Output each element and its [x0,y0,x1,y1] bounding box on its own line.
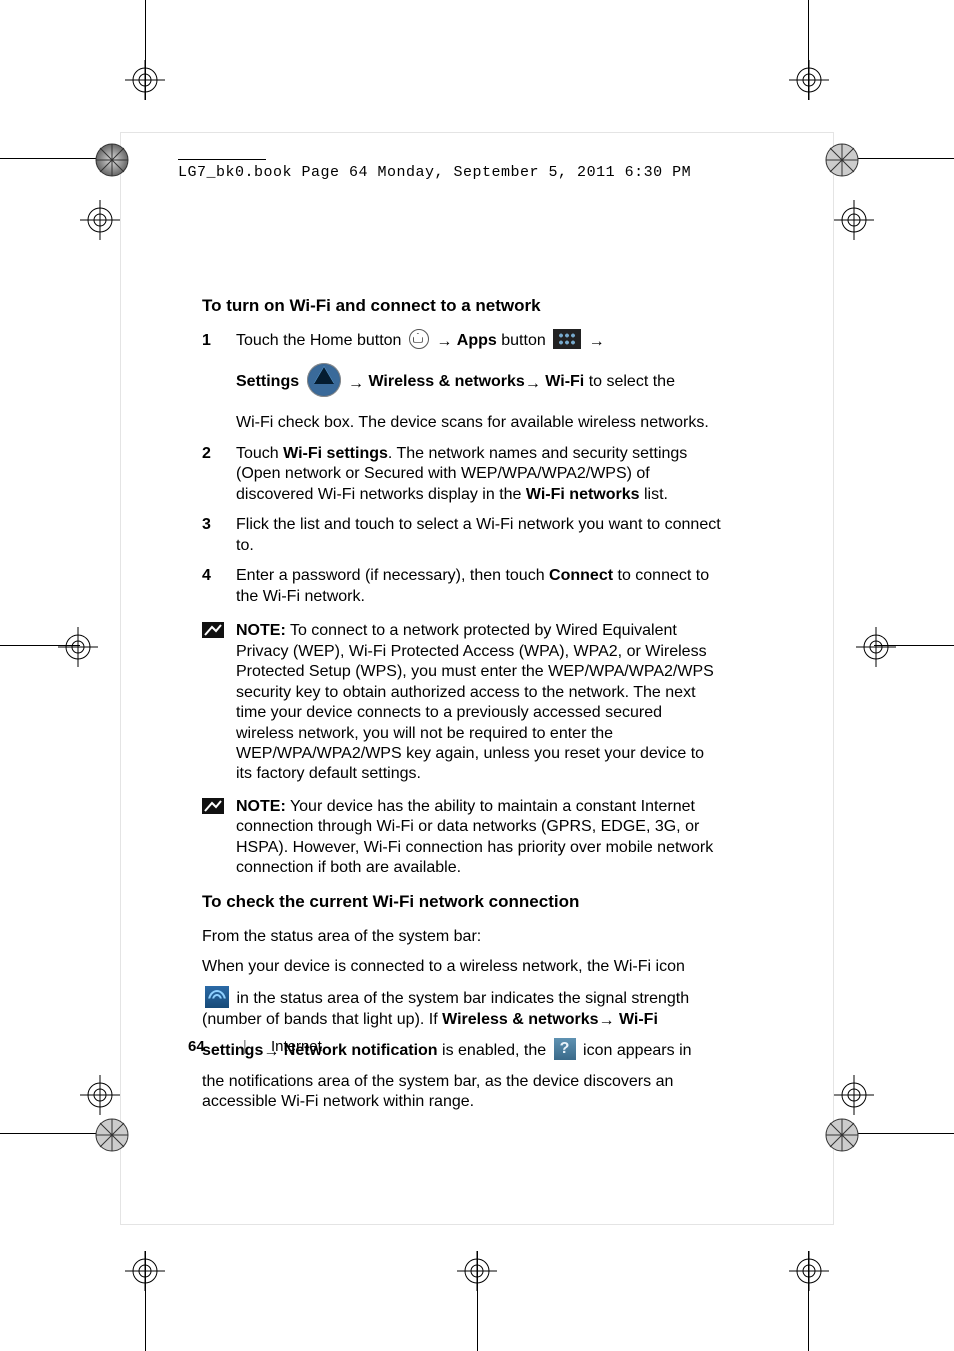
wireless-networks-label: Wireless & networks [368,374,524,391]
text: button [501,332,550,349]
text: list. [640,486,668,503]
connect-label: Connect [549,567,613,584]
registration-target-icon [80,1075,120,1115]
note-text: NOTE: To connect to a network protected … [236,621,722,785]
registration-burst-icon [92,140,132,180]
registration-target-icon [457,1251,497,1291]
text: Touch the Home button [236,332,406,349]
step-2: 2 Touch Wi-Fi settings. The network name… [202,444,722,505]
settings-icon [307,363,341,397]
header-underline [178,159,266,160]
step-3: 3 Flick the list and touch to select a W… [202,515,722,556]
registration-burst-icon [822,1115,862,1155]
wifi-settings-label: Wi-Fi settings [283,445,388,462]
step-number: 1 [202,331,236,434]
footer-separator: | [243,1038,247,1055]
apps-icon [553,329,581,349]
text: to select the [589,374,675,391]
open-network-icon [554,1038,576,1060]
arrow-icon: → [599,1011,615,1031]
page-number: 64 [188,1038,205,1055]
note-text: NOTE: Your device has the ability to mai… [236,797,722,879]
paragraph: From the status area of the system bar: [202,927,722,947]
arrow-icon: → [436,332,452,352]
wifi-label: Wi-Fi [615,1011,658,1028]
registration-target-icon [856,627,896,667]
arrow-icon: → [525,374,541,394]
text: is enabled, the [442,1042,551,1059]
text: Wi-Fi check box. The device scans for av… [236,413,722,433]
arrow-icon: → [348,374,364,394]
text: Touch [236,445,283,462]
apps-label: Apps [457,332,497,349]
text: (number of bands that light up). If [202,1011,442,1028]
registration-target-icon [834,200,874,240]
registration-burst-icon [92,1115,132,1155]
step-number: 2 [202,444,236,505]
wifi-networks-label: Wi-Fi networks [526,486,640,503]
note-label: NOTE: [236,622,286,639]
text: in the status area of the system bar ind… [236,990,689,1007]
section-heading: To turn on Wi-Fi and connect to a networ… [202,295,722,317]
note-block: NOTE: Your device has the ability to mai… [202,797,722,879]
registration-target-icon [834,1075,874,1115]
wifi-label: Wi-Fi [545,374,584,391]
settings-label: Settings [236,374,304,391]
wireless-networks-label: Wireless & networks [442,1011,598,1028]
note-block: NOTE: To connect to a network protected … [202,621,722,785]
step-body: Flick the list and touch to select a Wi-… [236,515,722,556]
registration-burst-icon [822,140,862,180]
registration-target-icon [125,60,165,100]
step-4: 4 Enter a password (if necessary), then … [202,566,722,607]
note-icon [202,797,236,879]
chapter-name: Internet [271,1038,322,1055]
step-body: Touch the Home button → Apps button → Se… [236,331,722,434]
text: icon appears in [583,1042,692,1059]
print-header-stamp: LG7_bk0.book Page 64 Monday, September 5… [178,164,691,181]
section-check-wifi: To check the current Wi-Fi network conne… [202,891,722,1113]
note-icon [202,621,236,785]
page-footer: 64 | Internet [188,1038,322,1055]
text: Enter a password (if necessary), then to… [236,567,549,584]
paragraph: When your device is connected to a wirel… [202,957,722,977]
section-heading: To check the current Wi-Fi network conne… [202,891,722,913]
paragraph: the notifications area of the system bar… [202,1072,722,1113]
registration-target-icon [789,60,829,100]
step-body: Enter a password (if necessary), then to… [236,566,722,607]
home-icon [409,329,429,349]
wifi-signal-icon [205,986,229,1008]
step-number: 3 [202,515,236,556]
text: Your device has the ability to maintain … [236,798,713,876]
registration-target-icon [789,1251,829,1291]
step-1: 1 Touch the Home button → Apps button → … [202,331,722,434]
registration-target-icon [58,627,98,667]
registration-target-icon [80,200,120,240]
note-label: NOTE: [236,798,286,815]
registration-target-icon [125,1251,165,1291]
text: To connect to a network protected by Wir… [236,622,714,782]
page-content: To turn on Wi-Fi and connect to a networ… [202,295,722,1123]
arrow-icon: → [589,332,605,352]
paragraph: in the status area of the system bar ind… [202,988,722,1030]
step-number: 4 [202,566,236,607]
steps-list: 1 Touch the Home button → Apps button → … [202,331,722,607]
step-body: Touch Wi-Fi settings. The network names … [236,444,722,505]
